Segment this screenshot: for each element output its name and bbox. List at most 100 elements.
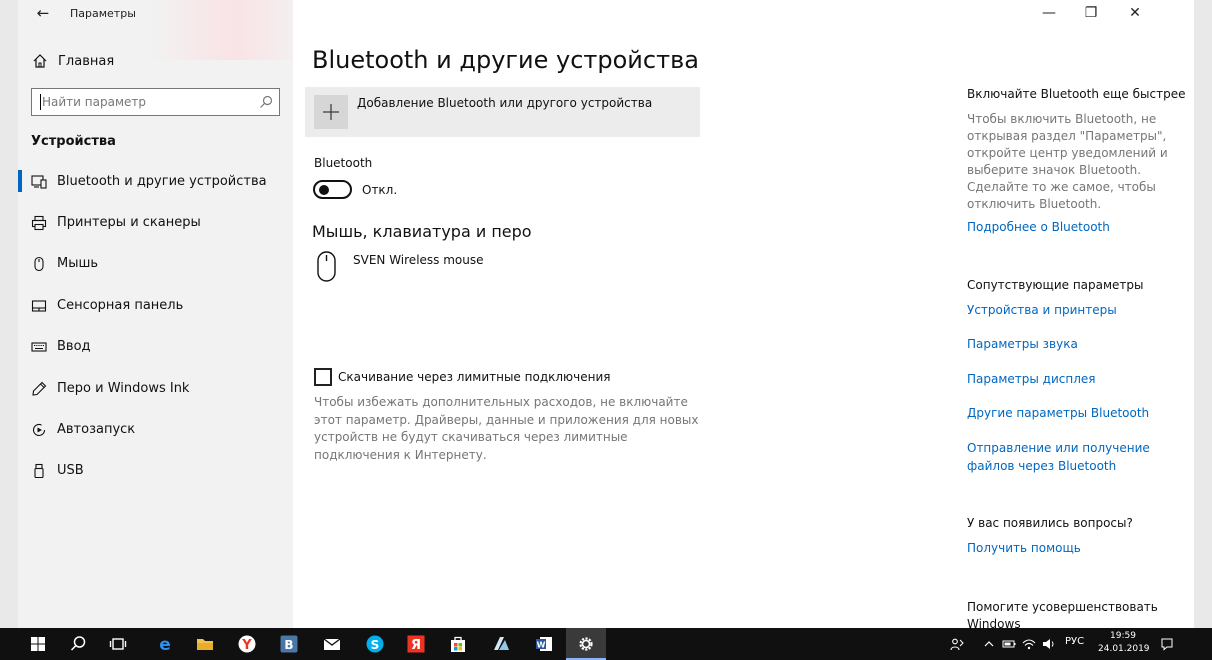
add-device-button[interactable]: Добавление Bluetooth или другого устройс… xyxy=(305,87,700,137)
taskbar-app-yandex-browser[interactable]: Y xyxy=(227,628,267,660)
keyboard-icon xyxy=(31,342,47,352)
clock-date: 24.01.2019 xyxy=(1098,644,1150,654)
svg-text:e: e xyxy=(159,635,171,654)
send-receive-files-link[interactable]: Отправление или получение файлов через B… xyxy=(967,440,1177,475)
faster-text: Чтобы включить Bluetooth, не открывая ра… xyxy=(967,112,1168,211)
sidebar-item-pen[interactable]: Перо и Windows Ink xyxy=(18,375,293,403)
maximize-button[interactable]: ❐ xyxy=(1076,3,1106,23)
faster-title: Включайте Bluetooth еще быстрее xyxy=(967,87,1186,101)
home-icon xyxy=(33,54,47,68)
start-button[interactable] xyxy=(18,628,58,660)
sidebar-item-bluetooth[interactable]: Bluetooth и другие устройства xyxy=(18,168,293,196)
bluetooth-toggle[interactable] xyxy=(313,180,352,199)
more-bluetooth-link[interactable]: Подробнее о Bluetooth xyxy=(967,219,1177,237)
usb-icon xyxy=(34,463,44,479)
printer-icon xyxy=(31,215,47,231)
sidebar-item-label: Принтеры и сканеры xyxy=(57,215,201,230)
metered-description: Чтобы избежать дополнительных расходов, … xyxy=(314,395,699,462)
search-input[interactable]: Найти параметр xyxy=(31,88,280,116)
add-device-label: Добавление Bluetooth или другого устройс… xyxy=(357,96,653,110)
search-icon xyxy=(70,636,86,651)
folder-icon xyxy=(197,639,213,650)
bluetooth-settings-link[interactable]: Другие параметры Bluetooth xyxy=(967,405,1177,423)
close-button[interactable]: ✕ xyxy=(1120,3,1150,23)
taskbar-app-vk[interactable]: B xyxy=(269,628,309,660)
background-left xyxy=(0,0,18,628)
window-controls: — ❐ ✕ xyxy=(1034,0,1194,26)
sidebar-item-label: Мышь xyxy=(57,256,99,271)
chevron-up-icon[interactable] xyxy=(982,637,996,651)
taskbar-search-button[interactable] xyxy=(58,628,98,660)
plus-icon xyxy=(314,95,348,129)
touchpad-icon xyxy=(31,300,47,312)
notifications-icon[interactable] xyxy=(1160,637,1174,651)
sidebar-item-label: Bluetooth и другие устройства xyxy=(57,174,267,189)
background-right xyxy=(1194,0,1212,628)
sidebar-item-usb[interactable]: USB xyxy=(18,457,293,485)
yandex-browser-icon: Y xyxy=(238,635,256,653)
azure-icon xyxy=(494,637,509,650)
battery-icon[interactable] xyxy=(1002,637,1016,651)
mouse-icon xyxy=(34,256,44,272)
minimize-button[interactable]: — xyxy=(1034,3,1064,23)
pen-icon xyxy=(32,381,47,396)
taskbar: e Y B S Я W РУС 19:59 24.01.2019 xyxy=(0,628,1212,660)
metered-label: Скачивание через лимитные подключения xyxy=(338,370,611,384)
sound-settings-link[interactable]: Параметры звука xyxy=(967,336,1177,354)
toggle-knob xyxy=(319,185,329,195)
svg-text:W: W xyxy=(537,641,546,650)
display-settings-link[interactable]: Параметры дисплея xyxy=(967,371,1177,389)
wifi-icon[interactable] xyxy=(1022,637,1036,651)
home-label: Главная xyxy=(58,54,115,69)
home-link[interactable]: Главная xyxy=(18,50,293,74)
device-name: SVEN Wireless mouse xyxy=(353,253,484,267)
word-icon: W xyxy=(536,637,552,651)
sidebar-item-mouse[interactable]: Мышь xyxy=(18,250,293,278)
taskbar-app-edge[interactable]: e xyxy=(145,628,185,660)
volume-icon[interactable] xyxy=(1042,637,1056,651)
main-content: — ❐ ✕ Bluetooth и другие устройства Доба… xyxy=(293,0,1194,628)
page-title: Bluetooth и другие устройства xyxy=(312,46,699,74)
sidebar-item-autoplay[interactable]: Автозапуск xyxy=(18,416,293,444)
taskbar-app-store[interactable] xyxy=(438,628,478,660)
taskbar-app-explorer[interactable] xyxy=(185,628,225,660)
window-title: Параметры xyxy=(70,7,136,20)
task-view-icon xyxy=(109,638,127,650)
mouse-icon xyxy=(317,251,336,282)
windows-logo-icon xyxy=(31,637,45,651)
taskbar-app-settings[interactable] xyxy=(566,628,606,660)
taskbar-app-yandex[interactable]: Я xyxy=(396,628,436,660)
gear-icon xyxy=(579,637,593,651)
taskbar-app-mail[interactable] xyxy=(312,628,352,660)
yandex-icon: Я xyxy=(407,635,425,653)
sidebar-item-label: Перо и Windows Ink xyxy=(57,381,190,396)
sidebar-item-touchpad[interactable]: Сенсорная панель xyxy=(18,292,293,320)
sidebar: ← Параметры Главная Найти параметр Устро… xyxy=(18,0,293,628)
section-title: Устройства xyxy=(31,134,116,149)
questions-title: У вас появились вопросы? xyxy=(967,516,1133,530)
clock[interactable]: 19:59 24.01.2019 xyxy=(1098,630,1150,656)
sidebar-item-label: Автозапуск xyxy=(57,422,136,437)
task-view-button[interactable] xyxy=(98,628,138,660)
mail-icon xyxy=(323,638,341,650)
devices-printers-link[interactable]: Устройства и принтеры xyxy=(967,302,1177,320)
taskbar-app-azure[interactable] xyxy=(481,628,521,660)
edge-icon: e xyxy=(159,635,171,654)
taskbar-app-skype[interactable]: S xyxy=(355,628,395,660)
sidebar-item-label: USB xyxy=(57,463,84,478)
get-help-link[interactable]: Получить помощь xyxy=(967,540,1177,558)
devices-icon xyxy=(31,175,47,189)
sidebar-item-input[interactable]: Ввод xyxy=(18,333,293,361)
metered-checkbox[interactable] xyxy=(314,368,332,386)
bluetooth-label: Bluetooth xyxy=(314,156,373,170)
back-arrow-icon[interactable]: ← xyxy=(32,4,54,22)
svg-text:Я: Я xyxy=(411,638,421,653)
store-icon xyxy=(451,636,465,652)
related-title: Сопутствующие параметры xyxy=(967,278,1144,292)
language-indicator[interactable]: РУС xyxy=(1065,636,1084,647)
people-icon[interactable] xyxy=(950,637,964,651)
taskbar-app-word[interactable]: W xyxy=(524,628,564,660)
settings-window: ← Параметры Главная Найти параметр Устро… xyxy=(18,0,1194,628)
clock-time: 19:59 xyxy=(1110,631,1136,641)
sidebar-item-printers[interactable]: Принтеры и сканеры xyxy=(18,209,293,237)
